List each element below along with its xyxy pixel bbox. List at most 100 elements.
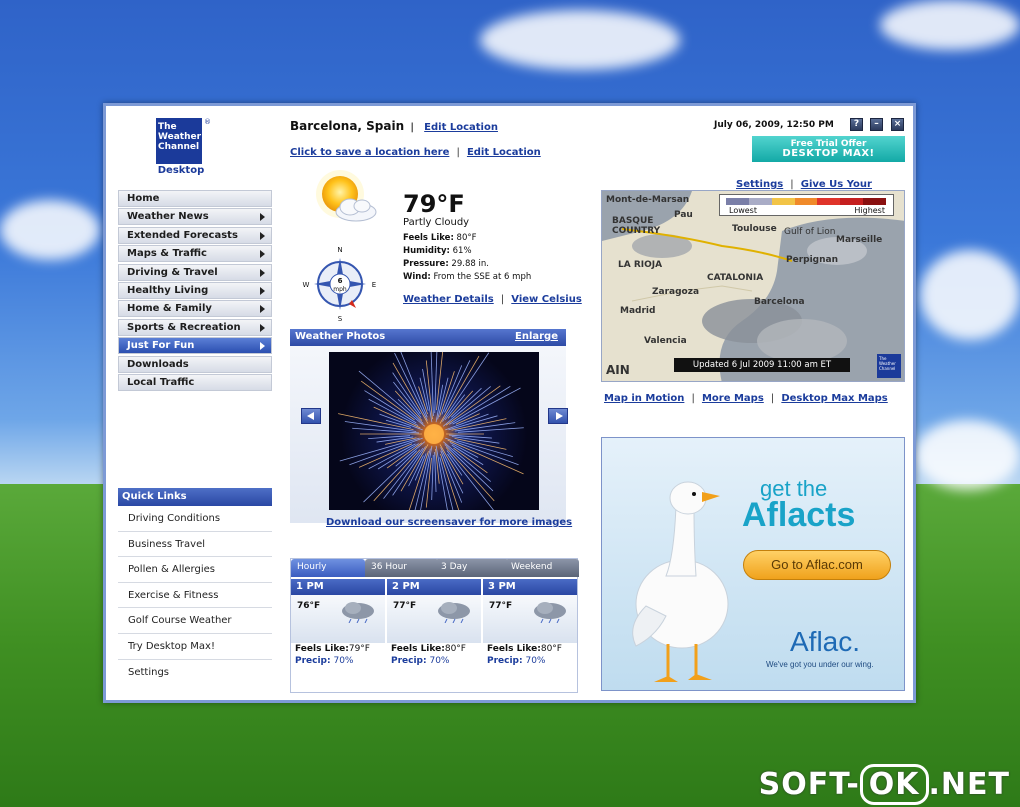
wind-speed: 6 bbox=[338, 277, 343, 285]
settings-link[interactable]: Settings bbox=[736, 179, 783, 190]
tab-36-hour[interactable]: 36 Hour bbox=[365, 559, 439, 577]
humidity-label: Humidity: bbox=[403, 246, 450, 256]
nav-item-home[interactable]: Home bbox=[118, 190, 272, 207]
enlarge-link[interactable]: Enlarge bbox=[515, 331, 558, 342]
quick-link-try-desktop-max[interactable]: Try Desktop Max! bbox=[118, 633, 272, 660]
go-to-aflac-button[interactable]: Go to Aflac.com bbox=[743, 550, 891, 580]
download-screensaver-link[interactable]: Download our screensaver for more images bbox=[326, 517, 572, 528]
firework-ray bbox=[400, 444, 429, 492]
save-location-link[interactable]: Click to save a location here bbox=[290, 147, 449, 158]
current-condition: Partly Cloudy bbox=[403, 217, 470, 228]
nav-item-maps-traffic[interactable]: Maps & Traffic bbox=[118, 245, 272, 263]
firework-ray bbox=[383, 447, 424, 499]
legend-swatch bbox=[726, 198, 749, 205]
nav-item-label: Extended Forecasts bbox=[127, 229, 238, 241]
pressure-row: Pressure: 29.88 in. bbox=[403, 258, 531, 271]
view-celsius-link[interactable]: View Celsius bbox=[511, 294, 582, 305]
arrow-right-icon bbox=[260, 213, 265, 222]
humidity-value: 61% bbox=[452, 246, 472, 256]
current-datetime: July 06, 2009, 12:50 PM bbox=[714, 120, 834, 130]
promo-headline: DESKTOP MAX! bbox=[782, 148, 875, 159]
fireworks-photo[interactable] bbox=[329, 352, 539, 510]
firework-ray bbox=[440, 447, 464, 494]
aflac-logo: Aflac. bbox=[790, 626, 861, 657]
legend-swatch bbox=[771, 198, 795, 205]
logo-registered-mark: ® bbox=[204, 118, 211, 126]
nav-item-driving-travel[interactable]: Driving & Travel bbox=[118, 263, 272, 281]
previous-photo-button[interactable] bbox=[301, 408, 321, 424]
ad-headline-2: Aflacts bbox=[742, 496, 856, 534]
desktop-max-promo-button[interactable]: Free Trial Offer DESKTOP MAX! bbox=[752, 136, 905, 162]
firework-ray bbox=[451, 436, 500, 444]
firework-ray bbox=[439, 371, 455, 418]
tab-3-day[interactable]: 3 Day bbox=[435, 559, 509, 577]
quick-link-golf-course-weather[interactable]: Golf Course Weather bbox=[118, 608, 272, 634]
legend-low-label: Lowest bbox=[729, 206, 757, 215]
tab-hourly[interactable]: Hourly bbox=[291, 559, 365, 577]
forecast-feels-like: Feels Like:80°F bbox=[487, 644, 562, 654]
next-photo-button[interactable] bbox=[548, 408, 568, 424]
feels-like-value: 80°F bbox=[456, 233, 477, 243]
compass-south: S bbox=[338, 315, 343, 322]
forecast-body: 77°F bbox=[483, 595, 577, 643]
arrow-right-icon bbox=[260, 305, 265, 314]
quick-link-driving-conditions[interactable]: Driving Conditions bbox=[118, 506, 272, 532]
nav-item-just-for-fun[interactable]: Just For Fun bbox=[118, 337, 272, 355]
current-details: Feels Like: 80°F Humidity: 61% Pressure:… bbox=[403, 232, 531, 284]
separator: | bbox=[691, 393, 695, 404]
map-label: Perpignan bbox=[786, 255, 838, 265]
quick-link-pollen-allergies[interactable]: Pollen & Allergies bbox=[118, 557, 272, 583]
help-button[interactable]: ? bbox=[850, 118, 863, 131]
wind-unit: mph bbox=[333, 286, 347, 293]
edit-location-link[interactable]: Edit Location bbox=[424, 122, 498, 133]
precip-label: Precip: bbox=[391, 656, 427, 666]
close-button[interactable]: × bbox=[891, 118, 904, 131]
minimize-button[interactable]: – bbox=[870, 118, 883, 131]
feels-like-label: Feels Like: bbox=[403, 233, 454, 243]
map-label: Toulouse bbox=[732, 224, 777, 234]
weather-channel-logo[interactable]: The Weather Channel ® Desktop bbox=[156, 118, 211, 176]
nav-item-healthy-living[interactable]: Healthy Living bbox=[118, 281, 272, 299]
quick-link-exercise-fitness[interactable]: Exercise & Fitness bbox=[118, 582, 272, 609]
more-maps-link[interactable]: More Maps bbox=[702, 393, 764, 404]
map-label: Gulf of Lion bbox=[784, 227, 836, 237]
radar-legend-bar bbox=[726, 198, 887, 205]
arrow-right-icon bbox=[260, 342, 265, 351]
aflac-advertisement[interactable]: get the Aflacts Go to Aflac.com Aflac. W… bbox=[601, 437, 905, 691]
quick-link-settings[interactable]: Settings bbox=[118, 659, 272, 686]
nav-item-weather-news[interactable]: Weather News bbox=[118, 208, 272, 226]
tab-weekend[interactable]: Weekend bbox=[505, 559, 579, 577]
map-in-motion-link[interactable]: Map in Motion bbox=[604, 393, 684, 404]
nav-item-label: Home & Family bbox=[127, 303, 212, 315]
nav-item-downloads[interactable]: Downloads bbox=[118, 355, 272, 373]
forecast-precip: Precip: 70% bbox=[487, 656, 546, 666]
forecast-feels-like: Feels Like:79°F bbox=[295, 644, 370, 654]
rain-cloud-icon bbox=[438, 602, 470, 623]
nav-item-label: Sports & Recreation bbox=[127, 321, 241, 333]
nav-item-label: Downloads bbox=[127, 358, 189, 370]
forecast-time: 1 PM bbox=[291, 579, 385, 595]
sky-cloud bbox=[880, 0, 1020, 50]
desktop-max-maps-link[interactable]: Desktop Max Maps bbox=[781, 393, 887, 404]
nav-item-sports-recreation[interactable]: Sports & Recreation bbox=[118, 318, 272, 336]
weather-photos-header: Weather Photos Enlarge bbox=[290, 329, 566, 346]
quick-links-title: Quick Links bbox=[118, 488, 272, 506]
radar-map[interactable]: Mont-de-Marsan Pau Toulouse Gulf of Lion… bbox=[601, 190, 905, 382]
firework-ray bbox=[436, 352, 444, 411]
main-nav: Home Weather News Extended Forecasts Map… bbox=[118, 190, 272, 392]
nav-item-label: Healthy Living bbox=[127, 284, 209, 296]
location-sub-links: Click to save a location here | Edit Loc… bbox=[290, 140, 541, 159]
edit-location-link-2[interactable]: Edit Location bbox=[467, 147, 541, 158]
map-label: Madrid bbox=[620, 306, 656, 316]
weather-details-link[interactable]: Weather Details bbox=[403, 294, 494, 305]
wind-compass-icon: N S E W 6 mph bbox=[303, 246, 377, 322]
quick-link-business-travel[interactable]: Business Travel bbox=[118, 531, 272, 558]
nav-item-label: Driving & Travel bbox=[127, 266, 218, 278]
arrow-right-icon bbox=[260, 250, 265, 259]
pressure-label: Pressure: bbox=[403, 259, 449, 269]
forecast-body: 77°F bbox=[387, 595, 481, 643]
nav-item-local-traffic[interactable]: Local Traffic bbox=[118, 373, 272, 391]
nav-item-extended-forecasts[interactable]: Extended Forecasts bbox=[118, 226, 272, 244]
nav-item-home-family[interactable]: Home & Family bbox=[118, 300, 272, 318]
forecast-temp: 77°F bbox=[393, 601, 417, 611]
